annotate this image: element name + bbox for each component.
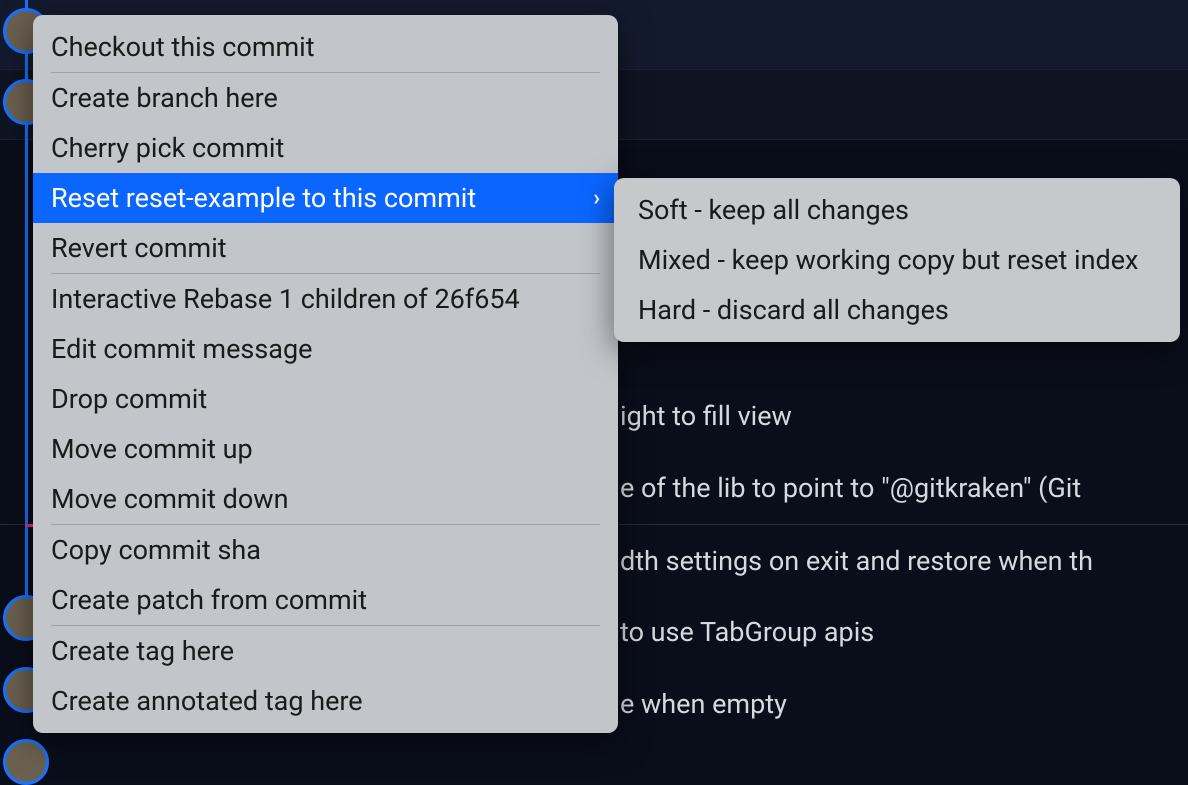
submenu-item-label: Hard - discard all changes (638, 294, 949, 326)
menu-item-label: Revert commit (51, 232, 227, 264)
menu-item-label: Reset reset-example to this commit (51, 182, 476, 214)
menu-item-move-up[interactable]: Move commit up (33, 424, 618, 474)
commit-context-menu[interactable]: Checkout this commit Create branch here … (33, 15, 618, 733)
menu-item-label: Create tag here (51, 635, 234, 667)
menu-item-edit-message[interactable]: Edit commit message (33, 324, 618, 374)
submenu-item-reset-soft[interactable]: Soft - keep all changes (614, 185, 1180, 235)
menu-item-checkout-commit[interactable]: Checkout this commit (33, 22, 618, 72)
commit-avatar[interactable] (3, 739, 49, 785)
menu-item-copy-sha[interactable]: Copy commit sha (33, 525, 618, 575)
submenu-item-reset-hard[interactable]: Hard - discard all changes (614, 285, 1180, 335)
menu-item-label: Cherry pick commit (51, 132, 284, 164)
menu-item-interactive-rebase[interactable]: Interactive Rebase 1 children of 26f654 (33, 274, 618, 324)
submenu-item-label: Mixed - keep working copy but reset inde… (638, 244, 1138, 276)
menu-item-label: Drop commit (51, 383, 207, 415)
menu-item-label: Interactive Rebase 1 children of 26f654 (51, 283, 520, 315)
menu-item-label: Move commit up (51, 433, 253, 465)
menu-item-drop-commit[interactable]: Drop commit (33, 374, 618, 424)
menu-item-label: Checkout this commit (51, 31, 315, 63)
reset-submenu[interactable]: Soft - keep all changes Mixed - keep wor… (614, 178, 1180, 342)
menu-item-create-branch[interactable]: Create branch here (33, 73, 618, 123)
submenu-item-label: Soft - keep all changes (638, 194, 909, 226)
submenu-item-reset-mixed[interactable]: Mixed - keep working copy but reset inde… (614, 235, 1180, 285)
menu-item-move-down[interactable]: Move commit down (33, 474, 618, 524)
menu-item-label: Edit commit message (51, 333, 312, 365)
menu-item-create-tag[interactable]: Create tag here (33, 626, 618, 676)
chevron-right-icon: › (593, 186, 600, 211)
menu-item-label: Create annotated tag here (51, 685, 363, 717)
menu-item-label: Create patch from commit (51, 584, 367, 616)
menu-item-label: Create branch here (51, 82, 278, 114)
menu-item-label: Copy commit sha (51, 534, 261, 566)
menu-item-create-annotated-tag[interactable]: Create annotated tag here (33, 676, 618, 726)
menu-item-cherry-pick[interactable]: Cherry pick commit (33, 123, 618, 173)
menu-item-label: Move commit down (51, 483, 289, 515)
menu-item-create-patch[interactable]: Create patch from commit (33, 575, 618, 625)
menu-item-revert-commit[interactable]: Revert commit (33, 223, 618, 273)
menu-item-reset-branch[interactable]: Reset reset-example to this commit › (33, 173, 618, 223)
